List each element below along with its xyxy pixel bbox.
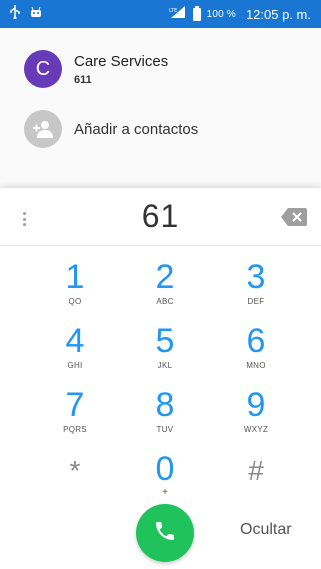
key-letters: ABC [156, 297, 174, 306]
contact-initial: C [35, 57, 51, 80]
key-digit: 8 [155, 386, 175, 424]
key-digit: 1 [65, 258, 85, 296]
status-bar: LTE 100 % 12:05 p. m. [0, 0, 321, 28]
key-hash[interactable]: # [211, 454, 301, 514]
call-button[interactable] [136, 504, 194, 562]
battery-icon [192, 5, 201, 21]
key-4[interactable]: 4 GHI [30, 324, 120, 384]
key-digit: 5 [155, 322, 175, 360]
contact-name: Care Services [74, 52, 169, 70]
key-symbol: * [69, 455, 81, 486]
key-digit: 7 [65, 386, 85, 424]
key-digit: 0 [155, 450, 175, 488]
phone-icon [153, 519, 177, 548]
key-digit: 2 [155, 258, 175, 296]
battery-percentage: 100 % [206, 8, 236, 20]
key-symbol: # [248, 455, 264, 486]
dialpad: 61 1 QO 2 ABC 3 DEF 4 GHI 5 JKL 6 MNO 7 … [0, 188, 321, 569]
signal-icon: LTE [169, 5, 187, 23]
digits-bar: 61 [0, 188, 321, 246]
dialed-digits[interactable]: 61 [142, 198, 180, 235]
key-2[interactable]: 2 ABC [120, 260, 210, 320]
contact-number: 611 [74, 73, 92, 86]
hide-dialpad-button[interactable]: Ocultar [240, 521, 292, 539]
dialer-screen: LTE 100 % 12:05 p. m. C Care Services 61… [0, 0, 321, 569]
key-9[interactable]: 9 WXYZ [211, 388, 301, 448]
backspace-icon[interactable] [281, 208, 307, 226]
svg-text:LTE: LTE [169, 8, 177, 14]
key-letters: QO [68, 297, 82, 306]
key-7[interactable]: 7 PQRS [30, 388, 120, 448]
key-digit: 4 [65, 322, 85, 360]
key-letters: WXYZ [243, 425, 269, 434]
android-icon [30, 5, 42, 23]
add-contact-icon [24, 110, 62, 148]
key-digit: 9 [246, 386, 266, 424]
contact-avatar: C [24, 50, 62, 88]
add-to-contacts-row[interactable]: Añadir a contactos [0, 98, 321, 160]
suggested-contact-row[interactable]: C Care Services 611 [0, 38, 321, 100]
key-8[interactable]: 8 TUV [120, 388, 210, 448]
key-1[interactable]: 1 QO [30, 260, 120, 320]
key-letters: PQRS [63, 425, 87, 434]
key-3[interactable]: 3 DEF [211, 260, 301, 320]
key-0[interactable]: 0 + [120, 452, 210, 512]
clock: 12:05 p. m. [245, 6, 311, 22]
usb-icon [10, 4, 20, 24]
key-letters: DEF [247, 297, 265, 306]
key-digit: 6 [246, 322, 266, 360]
overflow-menu-icon[interactable] [18, 212, 30, 226]
key-letters: MNO [246, 361, 266, 370]
key-digit: 3 [246, 258, 266, 296]
contact-suggestions: C Care Services 611 Añadir a contactos [0, 28, 321, 188]
key-letters: TUV [156, 425, 174, 434]
key-6[interactable]: 6 MNO [211, 324, 301, 384]
key-letters: JKL [157, 361, 173, 370]
key-5[interactable]: 5 JKL [120, 324, 210, 384]
add-to-contacts-label: Añadir a contactos [74, 120, 199, 138]
key-letters: + [162, 487, 168, 498]
key-letters: GHI [67, 361, 83, 370]
key-star[interactable]: * [30, 454, 120, 514]
